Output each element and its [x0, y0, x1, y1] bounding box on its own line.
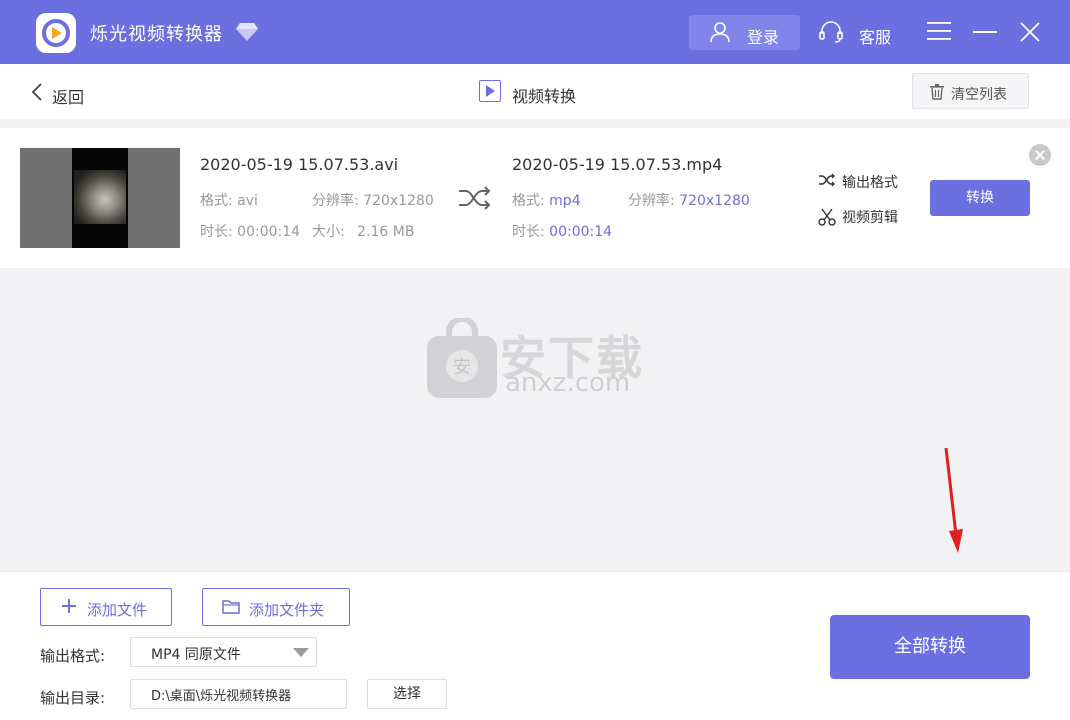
chevron-left-icon[interactable]	[30, 82, 44, 102]
source-duration: 时长: 00:00:14	[200, 224, 301, 240]
output-format-select[interactable]: MP4 同原文件	[130, 637, 317, 667]
user-icon	[710, 22, 730, 43]
file-item-card: 2020-05-19 15.07.53.avi 格式: avi 分辨率: 720…	[0, 128, 1070, 268]
login-button[interactable]: 登录	[689, 15, 800, 50]
clear-list-button[interactable]: 清空列表	[912, 73, 1029, 109]
minimize-icon[interactable]	[973, 31, 997, 33]
service-label[interactable]: 客服	[859, 24, 891, 48]
output-format-label: 输出格式:	[40, 647, 106, 665]
source-format: 格式: avi	[200, 193, 258, 209]
output-resolution: 分辨率: 720x1280	[628, 193, 750, 209]
convert-button[interactable]: 转换	[930, 180, 1030, 216]
app-title: 烁光视频转换器	[90, 24, 223, 45]
output-format: 格式: mp4	[512, 193, 581, 209]
output-dir-label: 输出目录:	[40, 689, 106, 707]
scissors-icon	[818, 208, 836, 226]
annotation-arrow-icon	[944, 447, 963, 553]
app-logo-icon	[36, 13, 76, 53]
add-file-button[interactable]: 添加文件	[40, 588, 172, 626]
plus-icon	[62, 599, 76, 613]
source-resolution: 分辨率: 720x1280	[312, 193, 434, 209]
output-dir-input[interactable]	[130, 679, 347, 709]
sub-header: 返回 视频转换 清空列表	[0, 64, 1070, 119]
output-file-name: 2020-05-19 15.07.53.mp4	[512, 155, 723, 174]
page-title: 视频转换	[512, 87, 577, 106]
video-thumbnail[interactable]	[20, 148, 180, 248]
video-convert-icon	[479, 80, 501, 102]
clear-list-label: 清空列表	[951, 87, 1007, 103]
trash-icon	[930, 84, 944, 100]
svg-text:安: 安	[453, 357, 471, 378]
source-file-name: 2020-05-19 15.07.53.avi	[200, 155, 399, 174]
choose-dir-button[interactable]: 选择	[367, 679, 447, 709]
source-size: 大小: 2.16 MB	[312, 224, 415, 240]
title-bar: 烁光视频转换器 登录 客服	[0, 0, 1070, 64]
output-format-value: MP4 同原文件	[151, 647, 241, 663]
convert-all-button[interactable]: 全部转换	[830, 615, 1030, 679]
folder-icon	[222, 600, 240, 614]
caret-down-icon	[293, 648, 309, 657]
output-duration: 时长: 00:00:14	[512, 224, 613, 240]
watermark-url: anxz.com	[505, 368, 631, 398]
shuffle-icon	[819, 173, 835, 187]
watermark-bag-icon: 安	[427, 318, 497, 398]
shuffle-icon	[459, 186, 491, 210]
back-button[interactable]: 返回	[52, 84, 84, 108]
menu-icon[interactable]	[927, 21, 951, 41]
headset-icon[interactable]	[818, 20, 844, 44]
login-label: 登录	[747, 28, 780, 47]
bottom-panel: 添加文件 添加文件夹 输出格式: MP4 同原文件 输出目录: 选择 全部转换	[0, 571, 1070, 720]
close-icon[interactable]	[1019, 21, 1041, 43]
add-folder-button[interactable]: 添加文件夹	[202, 588, 350, 626]
diamond-icon[interactable]	[236, 22, 258, 42]
remove-file-icon[interactable]	[1029, 144, 1051, 166]
